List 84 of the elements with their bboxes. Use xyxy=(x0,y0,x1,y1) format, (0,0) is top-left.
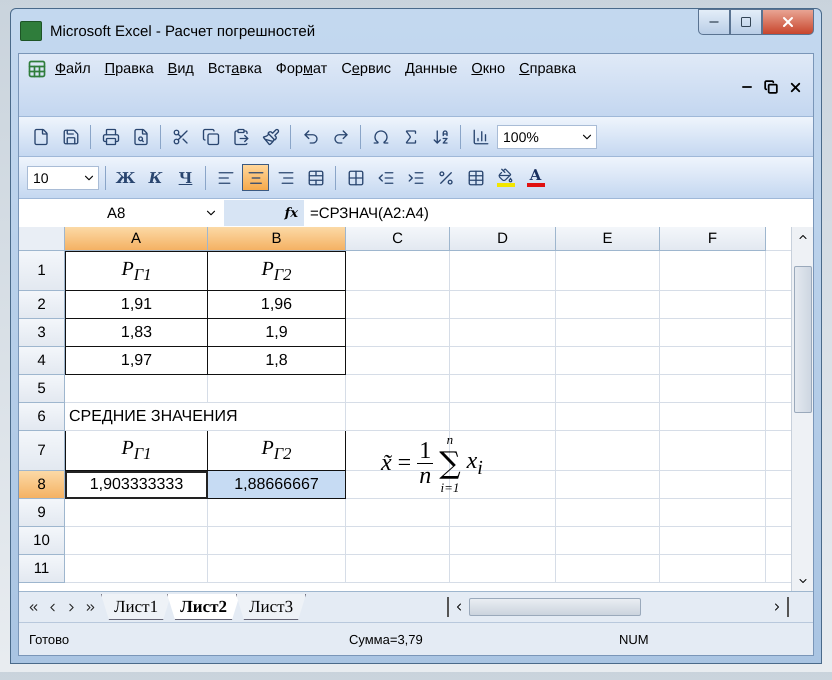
maximize-icon xyxy=(740,16,752,28)
brush-icon xyxy=(262,128,280,146)
column-header[interactable]: D xyxy=(450,227,556,251)
table-cell: 1,96 xyxy=(208,291,346,319)
preview-icon xyxy=(132,128,150,146)
table-cell: P$_{Г2}$ xyxy=(208,251,346,291)
sheet-tab[interactable]: Лист2 xyxy=(167,594,240,620)
horizontal-scrollbar[interactable] xyxy=(447,597,789,617)
vertical-scrollbar[interactable] xyxy=(791,227,813,591)
menu-item[interactable]: Сервис xyxy=(335,58,397,80)
row-header[interactable]: 4 xyxy=(19,347,65,375)
close-icon[interactable] xyxy=(788,80,803,95)
menu-item[interactable]: Формат xyxy=(270,58,334,80)
row-header[interactable]: 8 xyxy=(19,471,65,499)
row-header[interactable]: 1 xyxy=(19,251,65,291)
table-cell: 1,903333333 xyxy=(65,471,208,499)
row-header[interactable]: 10 xyxy=(19,527,65,555)
close-button[interactable] xyxy=(762,9,814,35)
copy-icon xyxy=(202,128,220,146)
function-button[interactable]: fx xyxy=(284,206,298,220)
table-cell: 1,8 xyxy=(208,347,346,375)
merge-icon xyxy=(306,168,324,186)
table-cell: P$_{Г2}$ xyxy=(208,431,346,471)
printer-icon xyxy=(102,128,120,146)
undo-icon xyxy=(302,128,320,146)
num-lock-indicator: NUM xyxy=(618,632,650,646)
paste-icon xyxy=(232,128,250,146)
menu-item[interactable]: Справка xyxy=(513,58,582,80)
scissors-icon xyxy=(172,128,190,146)
percent-icon xyxy=(436,168,454,186)
restore-icon[interactable] xyxy=(764,80,778,94)
row-header[interactable]: 2 xyxy=(19,291,65,319)
window-title: Microsoft Excel - Расчет погрешностей xyxy=(50,22,316,40)
omega-icon xyxy=(372,128,390,146)
spreadsheet-icon xyxy=(20,21,42,41)
italic-button[interactable]: К xyxy=(142,164,169,191)
table-cell: 1,91 xyxy=(65,291,208,319)
spreadsheet-icon[interactable] xyxy=(27,59,47,79)
table-icon xyxy=(466,168,484,186)
menu-item[interactable]: Данные xyxy=(399,58,464,80)
maximize-button[interactable] xyxy=(730,9,762,35)
menu-item[interactable]: Вид xyxy=(162,58,200,80)
font-color-button[interactable]: A xyxy=(522,164,549,191)
sheet-tab[interactable]: Лист3 xyxy=(236,594,306,620)
row-header[interactable]: 7 xyxy=(19,431,65,471)
bold-button[interactable]: Ж xyxy=(112,164,139,191)
close-icon xyxy=(780,14,796,30)
minimize-button[interactable] xyxy=(698,9,730,35)
table-cell: СРЕДНИЕ ЗНАЧЕНИЯ xyxy=(65,403,346,431)
column-header[interactable]: F xyxy=(660,227,766,251)
chart-icon xyxy=(472,128,490,146)
save-icon xyxy=(62,128,80,146)
sum-indicator: Сумма=3,79 xyxy=(348,632,424,646)
formula-field[interactable]: =СРЗНАЧ(A2:A4) xyxy=(304,204,429,222)
table-cell: P$_{Г1}$ xyxy=(65,431,208,471)
zoom-dropdown[interactable]: 100% xyxy=(497,124,597,148)
borders-icon xyxy=(346,168,364,186)
column-header[interactable]: A xyxy=(65,227,208,251)
column-header[interactable]: C xyxy=(346,227,450,251)
menu-item[interactable]: Файл xyxy=(49,58,97,80)
menu-item[interactable]: Правка xyxy=(98,58,160,80)
row-header[interactable]: 5 xyxy=(19,375,65,403)
menu-item[interactable]: Окно xyxy=(465,58,512,80)
underline-button[interactable]: Ч xyxy=(172,164,199,191)
align-button[interactable] xyxy=(242,164,269,191)
sort-icon xyxy=(432,128,450,146)
paint-bucket-icon xyxy=(498,168,513,183)
table-cell: 1,9 xyxy=(208,319,346,347)
column-header[interactable]: B xyxy=(208,227,346,251)
redo-icon xyxy=(332,128,350,146)
row-header[interactable]: 6 xyxy=(19,403,65,431)
row-header[interactable]: 3 xyxy=(19,319,65,347)
font-size-dropdown[interactable]: 10 xyxy=(27,166,99,190)
table-cell: 1,83 xyxy=(65,319,208,347)
menu-item[interactable]: Вставка xyxy=(202,58,268,80)
table-cell: 1,88666667 xyxy=(208,471,346,499)
row-header[interactable]: 9 xyxy=(19,499,65,527)
new-file-icon xyxy=(32,128,50,146)
column-header[interactable]: E xyxy=(556,227,660,251)
status-text: Готово xyxy=(28,632,70,646)
table-cell: P$_{Г1}$ xyxy=(65,251,208,291)
table-cell: 1,97 xyxy=(65,347,208,375)
sheet-tab[interactable]: Лист1 xyxy=(101,594,172,620)
row-header[interactable]: 11 xyxy=(19,555,65,583)
